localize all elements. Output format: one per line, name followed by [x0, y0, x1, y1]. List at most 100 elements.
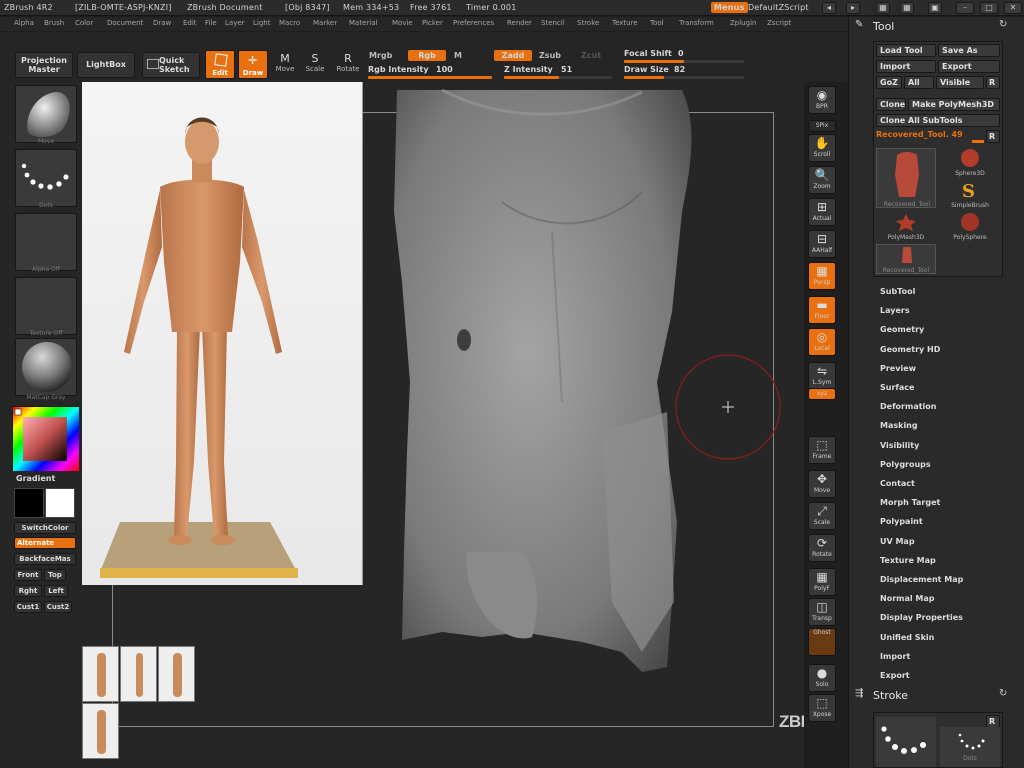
- tool-palette-header[interactable]: ✎ Tool ↻: [849, 17, 1024, 35]
- tool-thumb-sphere3d[interactable]: Sphere3D: [940, 148, 1000, 178]
- subpalette-masking[interactable]: Masking: [880, 421, 918, 430]
- subpalette-deformation[interactable]: Deformation: [880, 402, 936, 411]
- goz-visible-button[interactable]: Visible: [936, 76, 984, 89]
- righttray-aahalf-button[interactable]: ⊟ AAHalf: [808, 230, 836, 258]
- material-selector[interactable]: [15, 338, 77, 396]
- menu-material[interactable]: Material: [349, 19, 377, 27]
- current-tool-slider[interactable]: Recovered_Tool. 49: [876, 130, 986, 143]
- subpalette-morph-target[interactable]: Morph Target: [880, 498, 940, 507]
- custom-view-2-button[interactable]: Cust2: [44, 601, 72, 613]
- lightbox-button[interactable]: LightBox: [77, 52, 135, 78]
- righttray-move-button[interactable]: ✥ Move: [808, 470, 836, 498]
- goz-r-button[interactable]: R: [986, 76, 1000, 89]
- quick-sketch-button[interactable]: Quick Sketch: [142, 52, 200, 78]
- tool-r-button[interactable]: R: [986, 130, 1000, 143]
- righttray-ghost-button[interactable]: Ghost: [808, 628, 836, 656]
- alpha-selector[interactable]: [15, 213, 77, 271]
- lock-icon[interactable]: ▣: [928, 2, 942, 14]
- rotate-mode-button[interactable]: R Rotate: [334, 52, 362, 73]
- make-polymesh3d-button[interactable]: Make PolyMesh3D: [908, 98, 1000, 111]
- draw-button[interactable]: ✛ Draw: [238, 50, 268, 79]
- righttray-zoom-button[interactable]: 🔍 Zoom: [808, 166, 836, 194]
- subpalette-subtool[interactable]: SubTool: [880, 287, 915, 296]
- menus-button[interactable]: Menus: [711, 2, 748, 13]
- righttray-persp-button[interactable]: ▦ Persp: [808, 262, 836, 290]
- secondary-color-swatch[interactable]: [14, 488, 44, 518]
- menu-layer[interactable]: Layer: [225, 19, 245, 27]
- brush-selector[interactable]: [15, 85, 77, 143]
- document-canvas[interactable]: ZBRUSH WORKSHOPS: [82, 82, 804, 768]
- sculpt-mesh[interactable]: [82, 82, 804, 768]
- menu-preferences[interactable]: Preferences: [453, 19, 494, 27]
- righttray-scale-button[interactable]: ⤢ Scale: [808, 502, 836, 530]
- subpalette-geometry-hd[interactable]: Geometry HD: [880, 345, 940, 354]
- focal-shift-slider[interactable]: Focal Shift 0: [624, 49, 744, 63]
- stroke-dots-thumb[interactable]: [876, 717, 936, 767]
- tool-thumb-recovered[interactable]: Recovered_Tool: [876, 148, 936, 208]
- righttray-spix-button[interactable]: SPix: [808, 120, 836, 132]
- menu-texture[interactable]: Texture: [612, 19, 638, 27]
- menu-render[interactable]: Render: [507, 19, 532, 27]
- reset-icon[interactable]: ↻: [999, 688, 1007, 699]
- tool-thumb-recovered-2[interactable]: Recovered_Tool: [876, 244, 936, 274]
- menu-zplugin[interactable]: Zplugin: [730, 19, 756, 27]
- subpalette-texture-map[interactable]: Texture Map: [880, 556, 936, 565]
- righttray-xyz-button[interactable]: ⟲xyz: [808, 388, 836, 400]
- menu-marker[interactable]: Marker: [313, 19, 337, 27]
- default-zscript-button[interactable]: DefaultZScript: [748, 3, 809, 12]
- tool-thumb-polysphere[interactable]: PolySphere: [940, 212, 1000, 242]
- righttray-xpose-button[interactable]: ⬚ Xpose: [808, 694, 836, 722]
- menu-zscript[interactable]: Zscript: [767, 19, 791, 27]
- righttray-solo-button[interactable]: ● Solo: [808, 664, 836, 692]
- load-tool-button[interactable]: Load Tool: [876, 44, 936, 57]
- menu-alpha[interactable]: Alpha: [14, 19, 34, 27]
- righttray-rotate-button[interactable]: ⟳ Rotate: [808, 534, 836, 562]
- subpalette-surface[interactable]: Surface: [880, 383, 914, 392]
- alternate-button[interactable]: Alternate: [14, 537, 76, 549]
- save-as-button[interactable]: Save As: [938, 44, 1000, 57]
- subpalette-unified-skin[interactable]: Unified Skin: [880, 633, 934, 642]
- menu-draw[interactable]: Draw: [153, 19, 171, 27]
- right-view-button[interactable]: Rght: [14, 585, 42, 597]
- minimize-button[interactable]: –: [956, 2, 974, 14]
- clone-all-subtools-button[interactable]: Clone All SubTools: [876, 114, 1000, 127]
- menu-macro[interactable]: Macro: [279, 19, 300, 27]
- menu-picker[interactable]: Picker: [422, 19, 443, 27]
- arrow-right-icon[interactable]: ▸: [846, 2, 860, 14]
- menu-stencil[interactable]: Stencil: [541, 19, 565, 27]
- primary-color-swatch[interactable]: [45, 488, 75, 518]
- reset-icon[interactable]: ↻: [999, 19, 1007, 30]
- menu-transform[interactable]: Transform: [679, 19, 714, 27]
- subpalette-layers[interactable]: Layers: [880, 306, 910, 315]
- rgb-intensity-slider[interactable]: Rgb Intensity 100: [368, 65, 492, 79]
- arrow-left-icon[interactable]: ◂: [822, 2, 836, 14]
- left-view-button[interactable]: Left: [44, 585, 68, 597]
- righttray-l-sym-button[interactable]: ⇋ L.Sym: [808, 362, 836, 390]
- subpalette-uv-map[interactable]: UV Map: [880, 537, 915, 546]
- clone-button[interactable]: Clone: [876, 98, 906, 111]
- righttray-polyf-button[interactable]: ▦ PolyF: [808, 568, 836, 596]
- subpalette-polypaint[interactable]: Polypaint: [880, 517, 923, 526]
- front-view-button[interactable]: Front: [14, 569, 42, 581]
- import-tool-button[interactable]: Import: [876, 60, 936, 73]
- subpalette-contact[interactable]: Contact: [880, 479, 915, 488]
- subpalette-export[interactable]: Export: [880, 671, 910, 680]
- subpalette-normal-map[interactable]: Normal Map: [880, 594, 934, 603]
- mrgb-toggle[interactable]: Mrgb: [369, 51, 392, 60]
- righttray-floor-button[interactable]: ▬ Floor: [808, 296, 836, 324]
- texture-selector[interactable]: [15, 277, 77, 335]
- layout-icon[interactable]: ▦: [876, 2, 890, 14]
- goz-button[interactable]: GoZ: [876, 76, 902, 89]
- righttray-bpr-button[interactable]: ◉ BPR: [808, 86, 836, 114]
- menu-light[interactable]: Light: [253, 19, 270, 27]
- subpalette-geometry[interactable]: Geometry: [880, 325, 924, 334]
- menu-edit[interactable]: Edit: [183, 19, 197, 27]
- switchcolor-button[interactable]: SwitchColor: [14, 522, 76, 534]
- subpalette-displacement-map[interactable]: Displacement Map: [880, 575, 963, 584]
- righttray-frame-button[interactable]: ⬚ Frame: [808, 436, 836, 464]
- righttray-scroll-button[interactable]: ✋ Scroll: [808, 134, 836, 162]
- righttray-actual-button[interactable]: ⊞ Actual: [808, 198, 836, 226]
- menu-movie[interactable]: Movie: [392, 19, 413, 27]
- subpalette-visibility[interactable]: Visibility: [880, 441, 919, 450]
- edit-button[interactable]: Edit: [205, 50, 235, 79]
